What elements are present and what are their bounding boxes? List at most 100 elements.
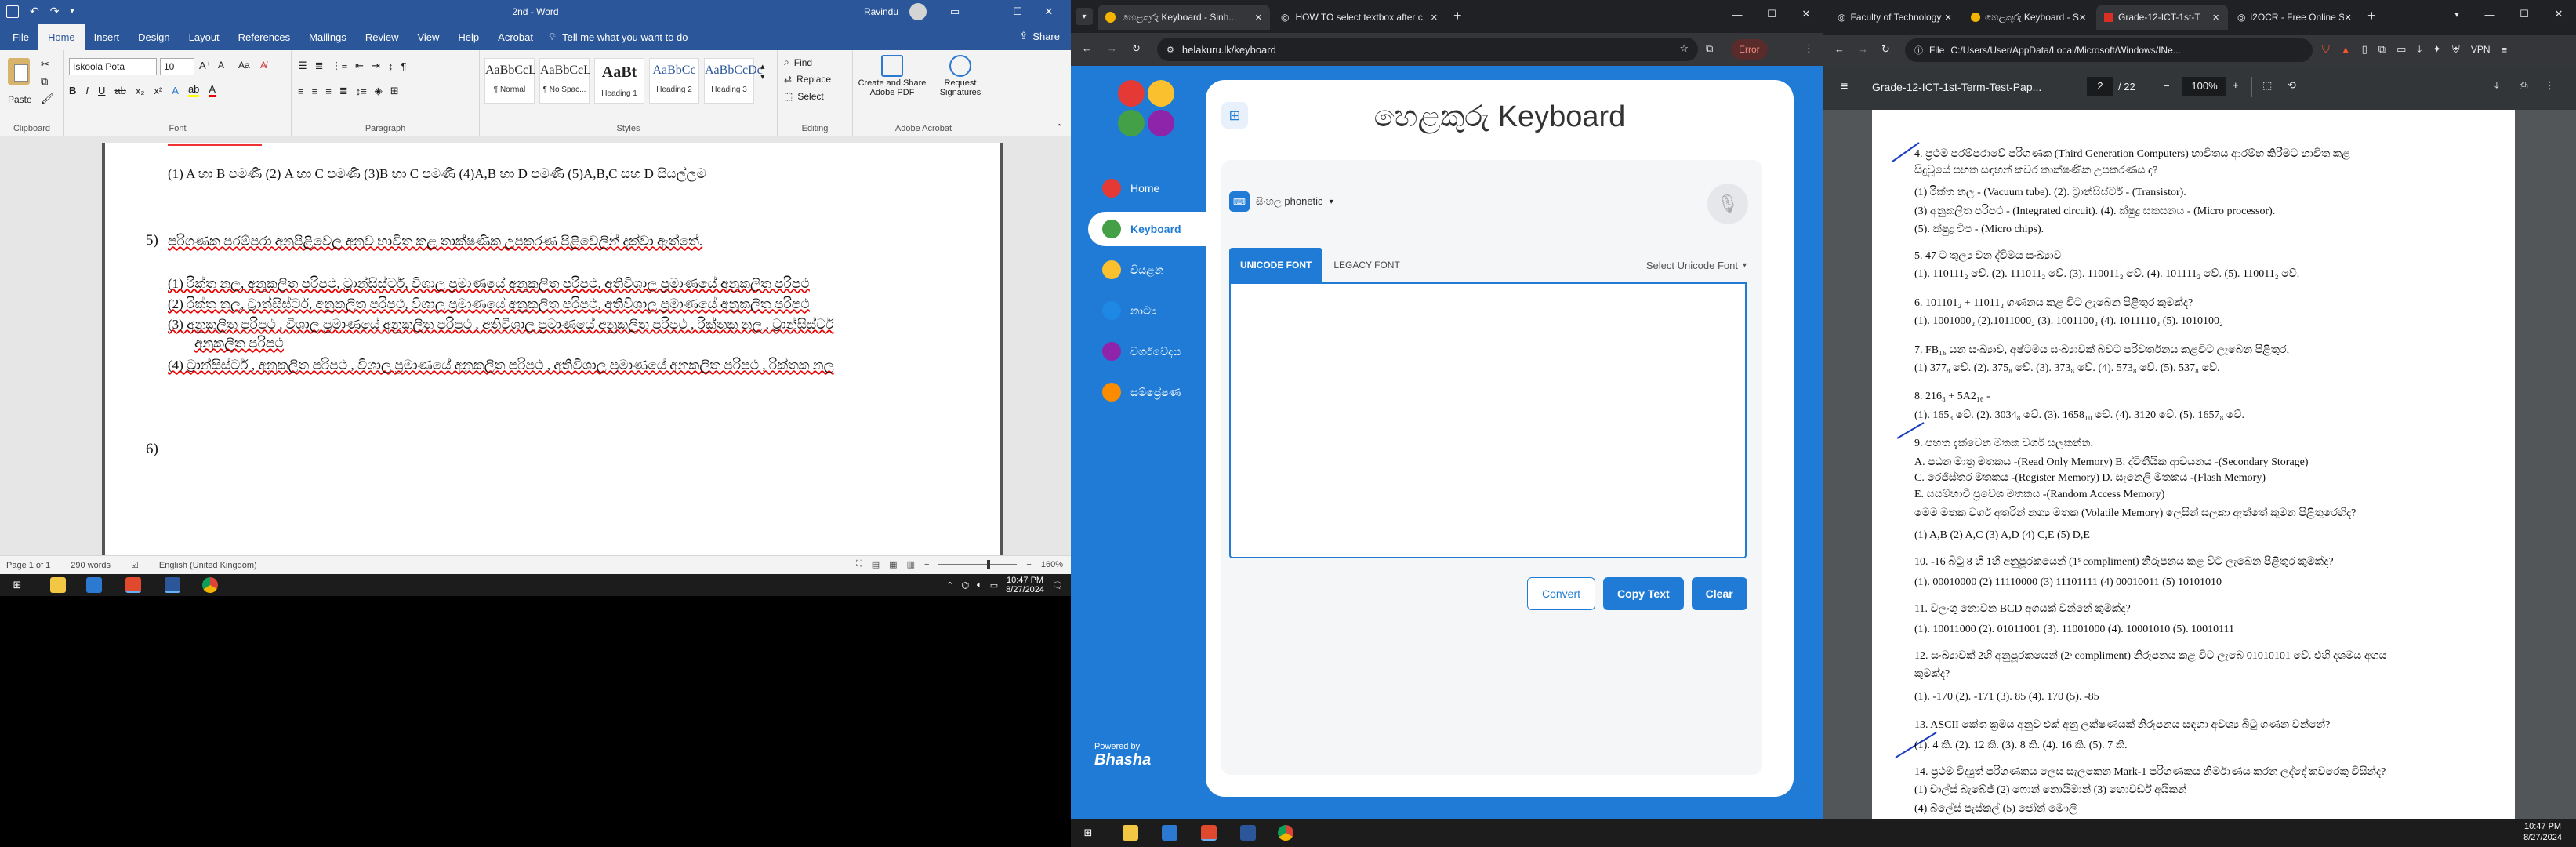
brave-icon[interactable] [1201, 825, 1217, 841]
reload-icon[interactable]: ↻ [1881, 43, 1890, 56]
zoom-in-icon[interactable]: + [1026, 560, 1031, 569]
brave-rewards-icon[interactable]: ▲ [2341, 44, 2351, 56]
style-3[interactable]: AaBbCc Heading 2 [649, 58, 699, 104]
volume-icon[interactable]: 🔈︎ [977, 580, 982, 591]
zoom-out-icon[interactable]: − [924, 560, 929, 569]
layout-dropdown[interactable]: ⌨ සිංහල phonetic ▾ [1229, 191, 1333, 212]
vpn-label[interactable]: VPN [2471, 44, 2491, 55]
focus-icon[interactable]: ⛶ [856, 559, 862, 569]
network-icon[interactable]: ⌬ [961, 580, 969, 591]
zoom-out-icon[interactable]: − [2164, 80, 2170, 92]
minimize-icon[interactable]: — [1720, 9, 1754, 20]
close-icon[interactable]: ✕ [1789, 8, 1823, 20]
align-center-icon[interactable]: ≡ [312, 85, 318, 97]
strikethrough-icon[interactable]: ab [114, 85, 125, 96]
style-4[interactable]: AaBbCcDc Heading 3 [704, 58, 763, 104]
tab-how-to[interactable]: ◎ HOW TO select textbox after c... ✕ [1273, 5, 1446, 30]
paste-button[interactable] [8, 58, 33, 89]
align-left-icon[interactable]: ≡ [298, 85, 304, 97]
italic-icon[interactable]: I [85, 85, 89, 96]
tab-close-icon[interactable]: ✕ [1944, 13, 1951, 23]
site-info-icon[interactable]: ⚙ [1166, 45, 1174, 55]
forward-icon[interactable]: → [1858, 43, 1868, 55]
pdf-url-box[interactable]: ⓘ File C:/Users/User/AppData/Local/Micro… [1905, 38, 2313, 62]
nav-item-0[interactable]: Home [1088, 171, 1206, 205]
clear-format-icon[interactable]: A̸ [260, 60, 267, 71]
page-count[interactable]: Page 1 of 1 [6, 561, 50, 570]
ribbon-tab-home[interactable]: Home [38, 24, 85, 50]
zoom-slider[interactable] [938, 559, 1018, 569]
tab-close-icon[interactable]: ✕ [2344, 13, 2351, 23]
select-button[interactable]: ⬚ Select [784, 91, 824, 102]
nav-item-3[interactable]: නාට්‍ය [1088, 293, 1206, 328]
bold-icon[interactable]: B [69, 85, 76, 96]
back-icon[interactable]: ← [1834, 43, 1845, 55]
ribbon-tab-file[interactable]: File [3, 24, 38, 50]
leo-icon[interactable]: ✦ [2433, 43, 2441, 56]
share-button[interactable]: ⇪ Share [1019, 30, 1060, 42]
minimize-icon[interactable]: — [971, 0, 1002, 24]
justify-icon[interactable]: ≣ [339, 85, 348, 97]
ribbon-tab-mailings[interactable]: Mailings [299, 24, 356, 50]
pdf-page[interactable]: 4. ප්‍රථම පරම්පරාවේ පරිගණක (Third Genera… [1872, 110, 2515, 819]
print-layout-icon[interactable]: ▦ [889, 559, 897, 569]
ribbon-tab-view[interactable]: View [408, 24, 448, 50]
zoom-level[interactable]: 160% [1041, 560, 1063, 569]
language[interactable]: English (United Kingdom) [159, 561, 257, 570]
sidebar-icon[interactable]: ▯ [2362, 43, 2367, 56]
ribbon-tab-help[interactable]: Help [448, 24, 488, 50]
user-avatar[interactable] [909, 3, 927, 20]
downloads-icon[interactable]: ⤓ [2417, 43, 2422, 56]
shading-icon[interactable]: ◈ [375, 85, 383, 97]
notification-icon[interactable]: 🗨︎ [1052, 580, 1063, 591]
tab-i2ocr[interactable]: ◎ i2OCR - Free Online Sin ✕ [2230, 5, 2361, 30]
tab-faculty[interactable]: ◎ Faculty of Technology ✕ [1830, 5, 1961, 30]
page-number-input[interactable]: 2 [2087, 77, 2113, 96]
line-spacing-icon[interactable]: ↕≡ [356, 85, 367, 97]
minimize-icon[interactable]: — [2473, 9, 2507, 20]
nav-item-2[interactable]: වියළන [1088, 253, 1206, 287]
new-tab-icon[interactable]: + [1453, 8, 1462, 24]
bookmark-star-icon[interactable]: ☆ [1679, 42, 1689, 55]
extensions-icon[interactable]: ⧉ [1706, 42, 1713, 55]
request-signatures-button[interactable]: Request Signatures [930, 55, 991, 97]
align-right-icon[interactable]: ≡ [325, 85, 332, 97]
superscript-icon[interactable]: x² [154, 85, 162, 96]
highlight-icon[interactable]: ab [187, 83, 200, 97]
tray-chevron-icon[interactable]: ⌃ [946, 580, 953, 591]
tab-close-icon[interactable]: ✕ [2079, 13, 2086, 23]
bullets-icon[interactable]: ☰ [298, 60, 307, 72]
tab-search-icon[interactable]: ▾ [2441, 9, 2473, 20]
proofing-icon[interactable]: ☑ [131, 560, 139, 570]
menu-icon[interactable]: ≡ [2502, 44, 2508, 56]
forward-icon[interactable]: → [1107, 42, 1117, 54]
tab-grade12-pdf[interactable]: Grade-12-ICT-1st-T ✕ [2096, 5, 2228, 30]
word-icon[interactable] [1240, 825, 1256, 841]
maximize-icon[interactable]: ☐ [2507, 8, 2542, 20]
ribbon-tab-layout[interactable]: Layout [180, 24, 229, 50]
grow-font-icon[interactable]: A⁺ [199, 60, 212, 72]
font-color-icon[interactable]: A [209, 83, 216, 97]
ribbon-tab-design[interactable]: Design [129, 24, 179, 50]
chrome-icon[interactable] [1278, 825, 1293, 841]
ribbon-tab-insert[interactable]: Insert [85, 24, 129, 50]
style-0[interactable]: AaBbCcL ¶ Normal [484, 58, 536, 104]
clock-left[interactable]: 10:47 PM 8/27/2024 [1006, 576, 1044, 594]
change-case-icon[interactable]: Aa [238, 60, 250, 71]
tab-helakuru-2[interactable]: හෙළකුරු Keyboard - S ✕ [1963, 5, 2095, 30]
numbering-icon[interactable]: ≣ [315, 60, 324, 72]
format-painter-icon[interactable]: 🖌︎ [41, 93, 54, 105]
sort-icon[interactable]: ↕ [388, 60, 394, 72]
close-icon[interactable]: ✕ [2542, 8, 2576, 20]
subscript-icon[interactable]: x₂ [136, 85, 145, 96]
file-explorer-icon[interactable] [1123, 825, 1138, 841]
battery-icon[interactable]: ▭ [990, 580, 998, 591]
borders-icon[interactable]: ⊞ [390, 85, 399, 97]
tab-helakuru[interactable]: හෙළකුරු Keyboard - Sinh... ✕ [1098, 5, 1270, 30]
clock-right[interactable]: 10:47 PM 8/27/2024 [2523, 821, 2562, 843]
ribbon-tab-review[interactable]: Review [356, 24, 408, 50]
fit-page-icon[interactable]: ⬚ [2262, 79, 2272, 92]
start-icon[interactable]: ⊞ [9, 577, 25, 593]
tab-legacy-font[interactable]: LEGACY FONT [1322, 248, 1410, 282]
zoom-in-icon[interactable]: + [2233, 79, 2239, 91]
